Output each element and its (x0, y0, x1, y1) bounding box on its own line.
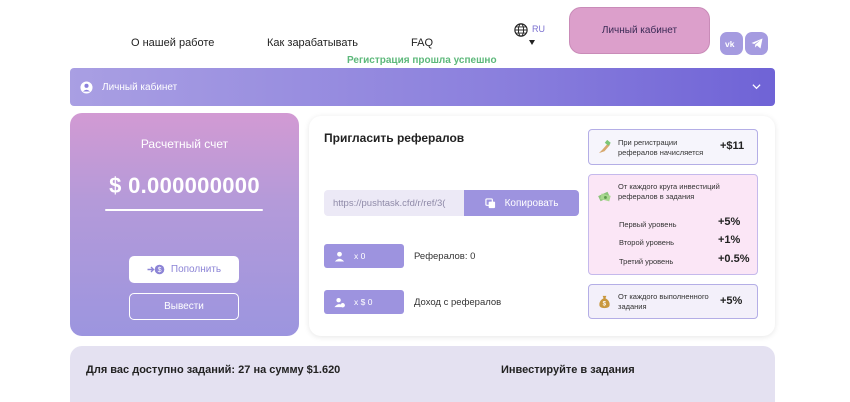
svg-text:$: $ (157, 267, 161, 274)
task-bonus-value: +5% (720, 295, 743, 307)
nav-link-how-to-earn[interactable]: Как зарабатывать (267, 37, 358, 49)
referral-count-value: x 0 (354, 251, 366, 261)
deposit-coin-icon: $ (147, 264, 165, 275)
referral-income-value: x $ 0 (354, 297, 373, 307)
referral-income-badge: x $ 0 (324, 290, 404, 314)
globe-icon (514, 23, 528, 37)
referral-card: Пригласить рефералов Копировать x 0 Рефе… (309, 116, 775, 336)
account-accordion-label: Личный кабинет (102, 81, 178, 93)
registration-bonus-box: При регистрации рефералов начисляется +$… (588, 129, 758, 165)
copy-label: Копировать (504, 197, 559, 209)
money-stack-icon (598, 191, 611, 202)
referral-income-label: Доход с рефералов (414, 297, 502, 308)
language-code: RU (532, 24, 545, 34)
balance-title: Расчетный счет (140, 137, 229, 151)
referral-title: Пригласить рефералов (324, 131, 465, 145)
registration-success-message: Регистрация прошла успешно (347, 55, 497, 66)
registration-bonus-text: При регистрации рефералов начисляется (618, 138, 704, 157)
level-2-label: Второй уровень (619, 238, 675, 247)
investment-rounds-box: От каждого круга инвестиций рефералов в … (588, 174, 758, 275)
language-selector[interactable]: RU (514, 23, 545, 45)
user-icon (80, 80, 93, 94)
account-accordion[interactable]: Личный кабинет (70, 68, 775, 106)
topup-label: Пополнить (170, 264, 222, 275)
chevron-down-icon (752, 84, 761, 90)
balance-card: Расчетный счет $ 0.000000000 $ Пополнить… (70, 113, 299, 336)
copy-button[interactable]: Копировать (464, 190, 579, 216)
nav-link-about[interactable]: О нашей работе (131, 37, 214, 49)
referral-count-label: Рефералов: 0 (414, 251, 476, 262)
registration-bonus-value: +$11 (720, 140, 745, 152)
vk-icon[interactable]: vk (720, 32, 743, 55)
level-1-label: Первый уровень (619, 220, 677, 229)
level-3-label: Третий уровень (619, 257, 674, 266)
investment-rounds-text: От каждого круга инвестиций рефералов в … (618, 182, 720, 201)
money-bag-icon: $ (599, 295, 610, 309)
referral-link-input[interactable] (324, 190, 464, 216)
nav-link-faq[interactable]: FAQ (411, 37, 433, 49)
referral-count-badge: x 0 (324, 244, 404, 268)
svg-text:vk: vk (725, 39, 735, 48)
task-bonus-box: $ От каждого выполненного задания +5% (588, 284, 758, 319)
level-1-value: +5% (718, 216, 741, 228)
user-money-icon (334, 297, 345, 307)
tasks-panel: Для вас доступно заданий: 27 на сумму $1… (70, 346, 775, 402)
level-2-value: +1% (718, 234, 741, 246)
topup-button[interactable]: $ Пополнить (129, 256, 239, 283)
balance-amount: $ 0.000000000 (109, 173, 260, 198)
balance-divider (105, 209, 263, 211)
tasks-available-text: Для вас доступно заданий: 27 на сумму $1… (86, 364, 341, 376)
cabinet-button[interactable]: Личный кабинет (569, 7, 710, 54)
invest-title: Инвестируйте в задания (501, 364, 635, 376)
chevron-down-icon (529, 40, 535, 45)
withdraw-button[interactable]: Вывести (129, 293, 239, 320)
level-3-value: +0.5% (718, 253, 750, 265)
hand-money-icon (598, 140, 611, 154)
user-icon (334, 251, 345, 262)
task-bonus-text: От каждого выполненного задания (618, 292, 709, 311)
telegram-icon[interactable] (745, 32, 768, 55)
copy-icon (484, 197, 495, 208)
